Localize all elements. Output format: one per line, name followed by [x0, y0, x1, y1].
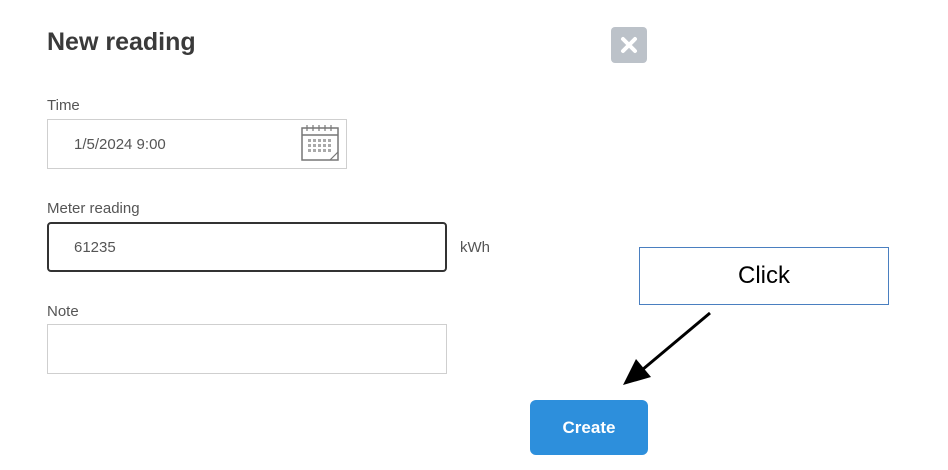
time-value: 1/5/2024 9:00 [74, 135, 166, 153]
note-label: Note [47, 303, 79, 320]
click-callout: Click [639, 247, 889, 305]
close-button[interactable] [611, 27, 647, 63]
note-input[interactable] [47, 324, 447, 374]
close-icon [621, 37, 637, 53]
time-label: Time [47, 97, 80, 114]
create-button[interactable]: Create [530, 400, 648, 455]
arrow-icon [623, 311, 711, 385]
dialog-title: New reading [47, 28, 196, 56]
meter-reading-value: 61235 [74, 238, 116, 256]
meter-reading-input[interactable]: 61235 [47, 222, 447, 272]
unit-label: kWh [460, 239, 490, 256]
meter-reading-label: Meter reading [47, 200, 140, 217]
calendar-icon[interactable] [301, 125, 339, 161]
